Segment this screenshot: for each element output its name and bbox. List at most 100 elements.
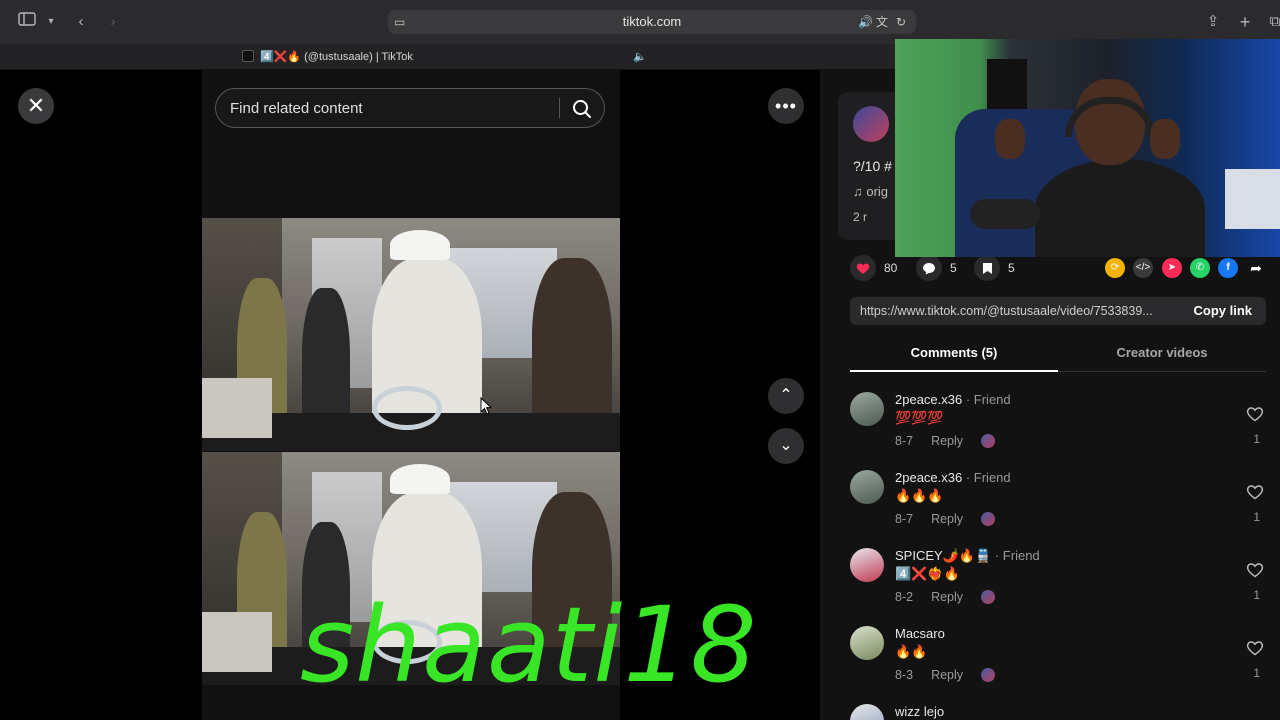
comment-like-count: 1: [1253, 432, 1260, 446]
comment-item: 2peace.x36 · Friend 🔥🔥🔥 8-7 Reply 1: [850, 470, 1266, 546]
close-button[interactable]: ✕: [18, 88, 54, 124]
browser-toolbar: ▾ ‹ › ▭ tiktok.com 🔊 文 ↻ ⇪ + ⧉: [0, 0, 1280, 44]
creator-avatar[interactable]: [853, 106, 889, 142]
link-bar: https://www.tiktok.com/@tustusaale/video…: [850, 297, 1266, 325]
music-label[interactable]: ♫ orig: [853, 184, 888, 199]
comment-item: SPICEY🌶️🔥🚆 · Friend 4️⃣❌❤️‍🔥🔥 8-2 Reply 1: [850, 548, 1266, 624]
comment-text: 4️⃣❌❤️‍🔥🔥: [895, 566, 960, 581]
comment-date: 8-3: [895, 668, 914, 682]
comment-date: 8-2: [895, 590, 914, 604]
like-button[interactable]: 80: [850, 255, 897, 281]
share-arrow-icon[interactable]: ➦: [1246, 258, 1266, 278]
commenter-name[interactable]: SPICEY🌶️🔥🚆: [895, 548, 991, 563]
action-bar: 80 5 5 ⟳ </> ➤ ✆ f ➦: [850, 255, 1270, 281]
like-count: 80: [884, 261, 898, 275]
creator-liked-avatar: [981, 434, 996, 448]
reply-button[interactable]: Reply: [931, 668, 963, 682]
embed-icon[interactable]: </>: [1133, 258, 1153, 278]
video-link[interactable]: https://www.tiktok.com/@tustusaale/video…: [860, 297, 1180, 325]
whatsapp-icon[interactable]: ✆: [1190, 258, 1210, 278]
comment-item: Macsaro 🔥🔥 8-3 Reply 1: [850, 626, 1266, 702]
close-icon: ✕: [26, 93, 46, 118]
mouse-cursor-icon: [480, 396, 493, 415]
comment-date: 8-7: [895, 512, 914, 526]
tab-audio-icon[interactable]: 🔈: [633, 44, 647, 70]
creator-liked-avatar: [981, 512, 996, 526]
comment-text: 🔥🔥: [895, 644, 928, 659]
copy-link-button[interactable]: Copy link: [1193, 297, 1252, 325]
commenter-name[interactable]: 2peace.x36: [895, 470, 962, 485]
browser-tab[interactable]: 4️⃣❌🔥 (@tustusaale) | TikTok: [242, 44, 413, 70]
sidebar-toggle-icon[interactable]: [16, 11, 38, 33]
post-description: ?/10 #: [853, 158, 892, 174]
video-frame-top: [202, 218, 620, 451]
more-icon: •••: [775, 96, 797, 116]
streamer-watermark: shaati18: [300, 584, 758, 706]
creator-liked-avatar: [981, 590, 996, 604]
comment-like-count: 1: [1253, 510, 1260, 524]
comment-text: 🔥🔥🔥: [895, 488, 944, 503]
panel-tabs: Comments (5) Creator videos: [850, 340, 1266, 372]
comment-icon: [916, 255, 942, 281]
reply-button[interactable]: Reply: [931, 590, 963, 604]
comment-item: wizz lejo: [850, 704, 1266, 720]
comment-item: 2peace.x36 · Friend 💯💯💯 8-7 Reply 1: [850, 392, 1266, 468]
next-video-button[interactable]: ⌄: [768, 428, 804, 464]
comment-text: 💯💯💯: [895, 410, 944, 425]
comment-like-count: 1: [1253, 588, 1260, 602]
search-icon[interactable]: [570, 97, 594, 121]
creator-liked-avatar: [981, 668, 996, 682]
back-icon[interactable]: ‹: [70, 11, 92, 33]
webcam-overlay: [895, 39, 1280, 257]
repost-icon[interactable]: ⟳: [1105, 258, 1125, 278]
commenter-name[interactable]: Macsaro: [895, 626, 945, 641]
browser-tab-title: 4️⃣❌🔥 (@tustusaale) | TikTok: [260, 51, 413, 63]
previous-video-button[interactable]: ⌃: [768, 378, 804, 414]
address-bar[interactable]: ▭ tiktok.com 🔊 文 ↻: [388, 10, 916, 34]
comment-count: 5: [950, 261, 957, 275]
tab-creator-videos[interactable]: Creator videos: [1058, 340, 1266, 372]
commenter-avatar[interactable]: [850, 470, 884, 504]
commenter-avatar[interactable]: [850, 704, 884, 720]
heart-icon: [850, 255, 876, 281]
comment-date: 8-7: [895, 434, 914, 448]
tab-overview-icon[interactable]: ⧉: [1264, 11, 1280, 33]
tiktok-favicon-icon: [242, 50, 254, 62]
commenter-name[interactable]: 2peace.x36: [895, 392, 962, 407]
facebook-icon[interactable]: f: [1218, 258, 1238, 278]
commenter-relation: · Friend: [962, 392, 1011, 407]
comment-like-icon[interactable]: [1246, 406, 1266, 424]
search-input[interactable]: [230, 89, 560, 127]
reply-button[interactable]: Reply: [931, 512, 963, 526]
reply-button[interactable]: Reply: [931, 434, 963, 448]
comment-like-icon[interactable]: [1246, 640, 1266, 658]
chevron-down-icon[interactable]: ▾: [40, 11, 62, 33]
comment-button[interactable]: 5: [916, 255, 957, 281]
reload-icon[interactable]: ↻: [896, 10, 906, 34]
comment-like-icon[interactable]: [1246, 562, 1266, 580]
address-url: tiktok.com: [622, 14, 682, 29]
chevron-up-icon: ⌃: [779, 387, 793, 404]
comment-like-count: 1: [1253, 666, 1260, 680]
commenter-relation: · Friend: [991, 548, 1040, 563]
speaker-icon[interactable]: 🔊: [858, 10, 873, 34]
screen: ▾ ‹ › ▭ tiktok.com 🔊 文 ↻ ⇪ + ⧉ 4️⃣❌🔥 (@t…: [0, 0, 1280, 720]
translate-icon[interactable]: 文: [876, 10, 888, 34]
search-bar: [215, 88, 605, 128]
save-count: 5: [1008, 261, 1015, 275]
save-button[interactable]: 5: [974, 255, 1015, 281]
commenter-avatar[interactable]: [850, 626, 884, 660]
share-icon[interactable]: ⇪: [1202, 11, 1224, 33]
commenter-name[interactable]: wizz lejo: [895, 704, 944, 719]
forward-icon[interactable]: ›: [102, 11, 124, 33]
commenter-avatar[interactable]: [850, 548, 884, 582]
tab-comments[interactable]: Comments (5): [850, 340, 1058, 372]
bookmark-icon: [974, 255, 1000, 281]
commenter-relation: · Friend: [962, 470, 1011, 485]
send-icon[interactable]: ➤: [1162, 258, 1182, 278]
comment-like-icon[interactable]: [1246, 484, 1266, 502]
more-options-button[interactable]: •••: [768, 88, 804, 124]
commenter-avatar[interactable]: [850, 392, 884, 426]
friends-label: 2 r: [853, 210, 868, 224]
new-tab-icon[interactable]: +: [1234, 11, 1256, 33]
